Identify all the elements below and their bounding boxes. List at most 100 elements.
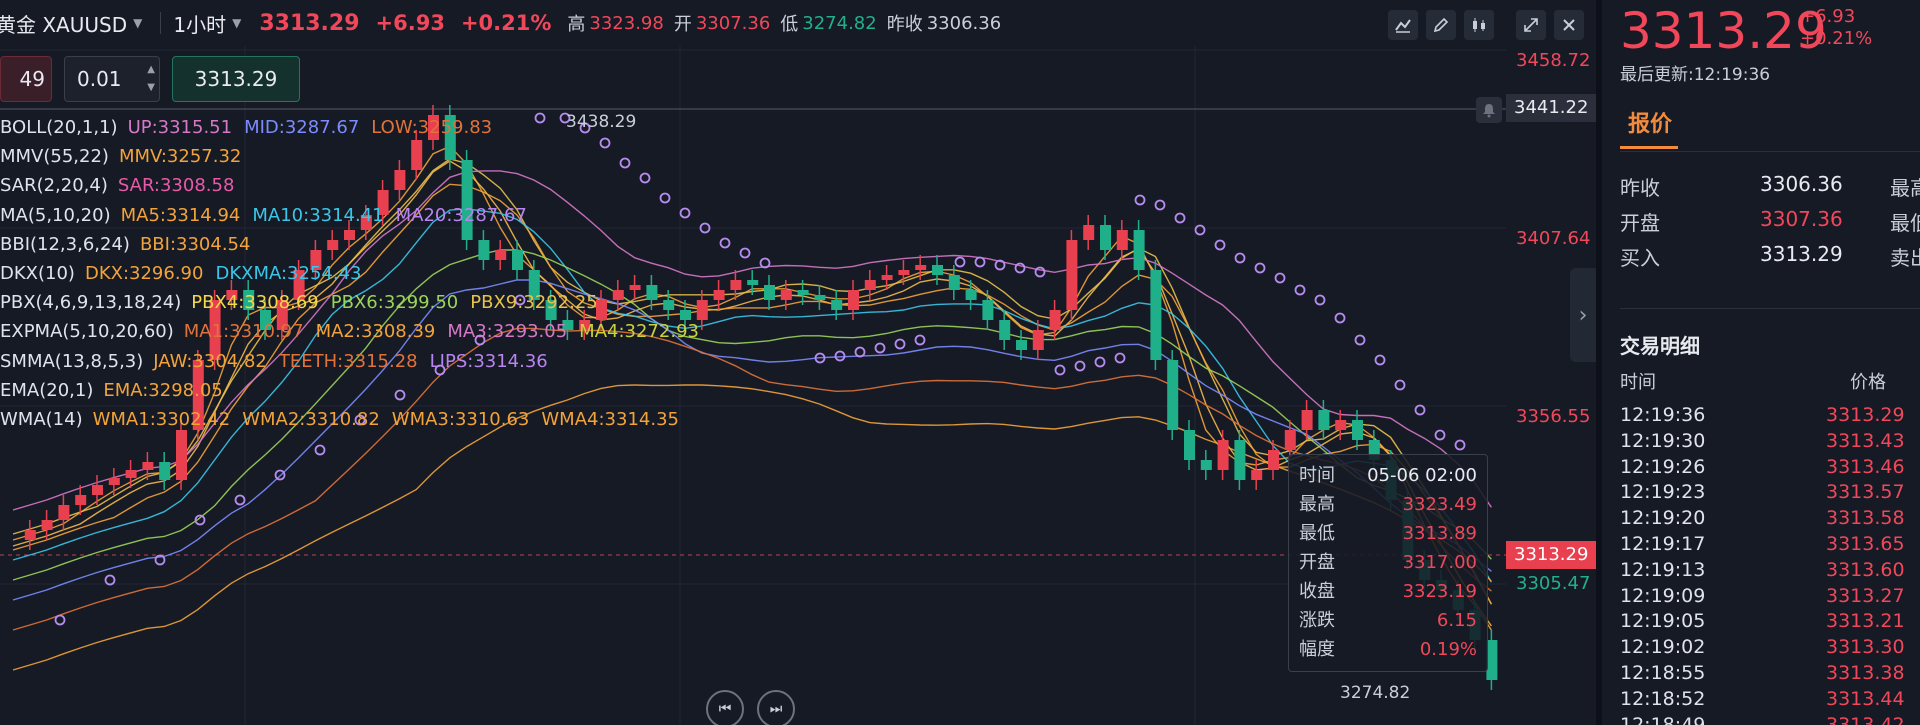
indicator-row[interactable]: WMA(14) WMA1:3302.42 WMA2:3310.82 WMA3:3310… [0, 405, 711, 434]
indicator-row[interactable]: EMA(20,1) EMA:3298.05 [0, 376, 711, 405]
candle-body [713, 290, 725, 300]
indicator-row[interactable]: MA(5,10,20) MA5:3314.94 MA10:3314.41 MA20:3… [0, 201, 711, 230]
trade-price: 3313.21 [1826, 610, 1905, 633]
tooltip-value: 05-06 02:00 [1367, 465, 1477, 486]
candle-body [730, 280, 742, 290]
chart-area[interactable]: 黄金 XAUUSD ▼ 1小时 ▼ 3313.29 +6.93 +0.21% 高… [0, 0, 1596, 725]
indicator-value: MA4:3272.93 [579, 321, 699, 343]
panel-change-value: +6.93 [1800, 6, 1856, 27]
low-value: 3274.82 [802, 12, 877, 34]
candle-body [932, 265, 943, 275]
indicator-row[interactable]: DKX(10) DKX:3296.90 DKXMA:3254.43 [0, 259, 711, 288]
trade-time: 12:19:26 [1620, 455, 1706, 478]
trade-row: 12:19:02 3313.30 [1620, 636, 1920, 658]
tab-quote[interactable]: 报价 [1628, 106, 1672, 138]
line-tool-icon[interactable] [1388, 10, 1418, 40]
alert-line-tag[interactable]: 3441.22 [1506, 94, 1596, 122]
indicator-value: MA20:3287.67 [395, 204, 527, 226]
candle-body [1049, 310, 1061, 330]
high-label: 高 [567, 14, 586, 35]
indicator-value: MA5:3314.94 [120, 204, 241, 226]
sar-dot [954, 256, 966, 268]
trade-time: 12:19:09 [1620, 584, 1706, 607]
indicator-row[interactable]: SAR(2,20,4) SAR:3308.58 [0, 171, 711, 200]
candle-body [1116, 230, 1128, 250]
lot-stepper-icon[interactable]: ▲ ▼ [147, 61, 155, 97]
trade-price: 3313.65 [1826, 533, 1905, 555]
trades-header: 时间 价格 [1620, 368, 1910, 394]
trade-time: 12:18:55 [1620, 662, 1706, 684]
indicator-row[interactable]: SMMA(13,8,5,3) JAW:3304.82 TEETH:3315.28 LI… [0, 347, 711, 376]
indicator-value: SAR:3308.58 [117, 175, 235, 197]
trade-time: 12:19:36 [1620, 404, 1706, 426]
indicator-value: WMA3:3310.63 [391, 409, 530, 431]
candle-body [41, 520, 53, 530]
price-axis-tick: 3458.72 [1516, 50, 1591, 71]
quote-panel: 3313.29 +6.93 +0.21% 最后更新:12:19:36 报价 昨收… [1596, 0, 1920, 725]
timeframe-label[interactable]: 1小时 [173, 9, 226, 38]
candle-body [24, 530, 36, 540]
candle-body [92, 485, 103, 495]
candle-body [848, 290, 859, 310]
price-axis-tick: 3407.64 [1516, 228, 1591, 249]
candle-body [142, 462, 154, 470]
indicator-value: LIPS:3314.36 [429, 350, 548, 372]
price-axis[interactable]: 3458.72 3407.64 3356.55 3441.22 3313.29 33… [1506, 0, 1596, 725]
tooltip-key: 收盘 [1299, 581, 1335, 602]
sar-dot [1134, 194, 1146, 206]
open-value: 3307.36 [695, 12, 771, 34]
indicator-name: PBX(4,6,9,13,18,24) [0, 292, 182, 314]
candle-body [747, 280, 759, 285]
next-icon[interactable]: ⏭ [757, 690, 795, 725]
header-change-pct: +0.21% [460, 11, 552, 35]
timeframe-dropdown-icon[interactable]: ▼ [232, 16, 241, 30]
alert-bell-icon[interactable] [1476, 97, 1502, 123]
candle-body [1486, 640, 1498, 680]
indicator-row[interactable]: EXPMA(5,10,20,60) MA1:3310.97 MA2:3308.39 M… [0, 317, 711, 346]
sar-dot [1434, 429, 1446, 441]
candle-body [965, 290, 977, 300]
indicator-row[interactable]: PBX(4,6,9,13,18,24) PBX4:3308.69 PBX6:3299… [0, 288, 711, 317]
sar-dot [1054, 364, 1066, 376]
sar-dot [54, 614, 66, 626]
order-bar: 49 0.01 ▲ ▼ 3313.29 [0, 54, 300, 104]
candle-body [780, 290, 792, 300]
trade-price: 3313.30 [1826, 636, 1905, 659]
candle-body [1184, 430, 1195, 460]
symbol-label[interactable]: 黄金 XAUUSD [0, 9, 127, 38]
indicator-row[interactable]: MMV(55,22) MMV:3257.32 [0, 142, 711, 171]
indicator-value: MA3:3293.05 [447, 321, 568, 343]
trade-time: 12:18:52 [1620, 687, 1706, 710]
trade-row: 12:19:09 3313.27 [1620, 585, 1920, 607]
indicator-row[interactable]: BBI(12,3,6,24) BBI:3304.54 [0, 230, 711, 259]
lot-size-input[interactable]: 0.01 ▲ ▼ [64, 56, 160, 102]
divider [160, 12, 162, 34]
sar-dot [1334, 312, 1346, 324]
indicator-value: WMA1:3302.42 [92, 409, 231, 431]
sar-dot [1374, 354, 1386, 366]
candle-body [1251, 470, 1263, 480]
last-updated: 最后更新:12:19:36 [1620, 65, 1771, 85]
prev-icon[interactable]: ⏮ [706, 690, 744, 725]
tooltip-key: 涨跌 [1299, 610, 1335, 631]
sar-dot [739, 247, 751, 259]
pen-icon[interactable] [1426, 10, 1456, 40]
trade-row: 12:19:30 3313.43 [1620, 430, 1920, 452]
divider [1620, 308, 1920, 309]
tooltip-key: 开盘 [1299, 552, 1335, 573]
tooltip-key: 最低 [1299, 523, 1335, 544]
symbol-dropdown-icon[interactable]: ▼ [133, 16, 142, 30]
tooltip-row: 涨跌 6.15 [1299, 606, 1477, 635]
quote-row: 开盘 3307.36 最低 [1620, 207, 1920, 236]
candles-icon[interactable] [1464, 10, 1494, 40]
candle-body [1032, 330, 1044, 350]
tooltip-row: 开盘 3317.00 [1299, 548, 1477, 577]
collapse-panel-icon[interactable]: › [1570, 268, 1596, 362]
candle-body [1318, 410, 1330, 430]
quote-key-secondary: 卖出 [1890, 246, 1920, 270]
sell-price-box[interactable]: 49 [0, 56, 52, 102]
quote-key: 开盘 [1620, 211, 1660, 235]
indicator-value: TEETH:3315.28 [278, 350, 418, 372]
buy-price-box[interactable]: 3313.29 [172, 56, 300, 102]
trade-time: 12:19:20 [1620, 507, 1706, 530]
